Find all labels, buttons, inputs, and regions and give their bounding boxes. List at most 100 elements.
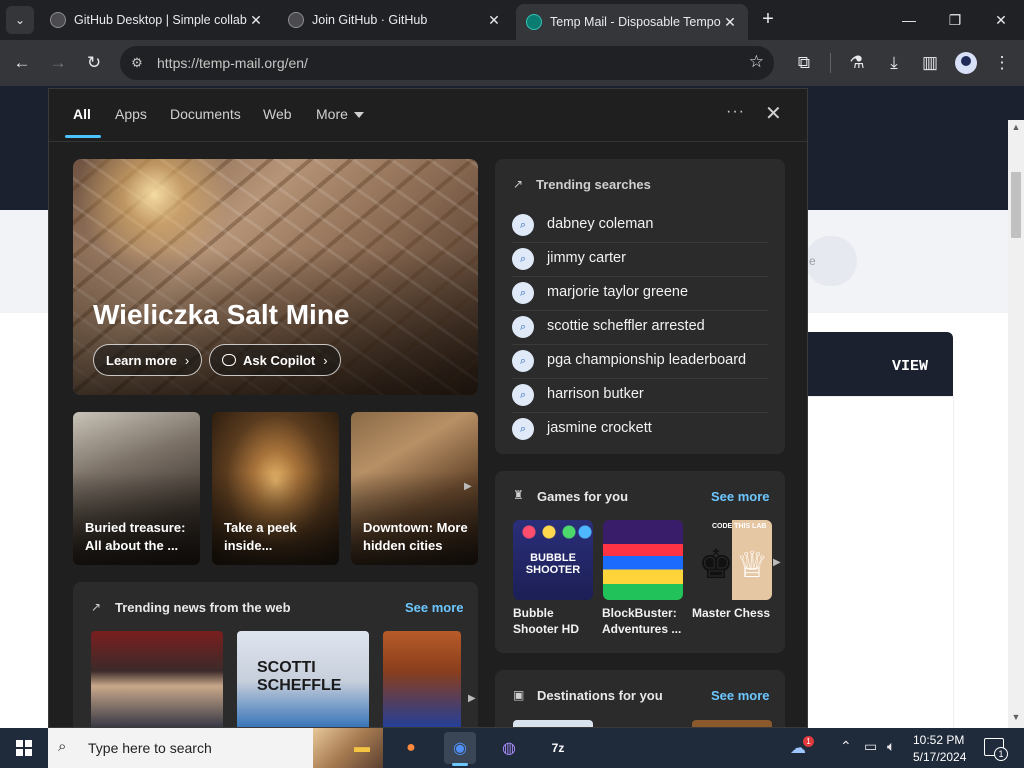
games-carousel-next-icon[interactable]: ▶ xyxy=(773,557,781,568)
tab-title: Join GitHub · GitHub xyxy=(312,13,428,27)
game-tile[interactable] xyxy=(603,520,683,600)
chrome-icon[interactable]: ◉ xyxy=(444,732,476,766)
trending-search-item[interactable]: ⌕ dabney coleman xyxy=(512,209,768,243)
hero-card[interactable]: Wieliczka Salt Mine Learn more › Ask Copi… xyxy=(73,159,478,395)
profile-avatar-icon[interactable] xyxy=(955,52,977,74)
scroll-down-arrow-icon[interactable]: ▼ xyxy=(1008,712,1024,726)
github-desktop-icon[interactable]: ◍ xyxy=(493,732,525,764)
trending-search-item[interactable]: ⌕ harrison butker xyxy=(512,379,768,413)
menu-kebab-icon[interactable]: ⋮ xyxy=(989,50,1015,76)
tab-close-icon[interactable]: ✕ xyxy=(248,12,264,29)
github-favicon-icon xyxy=(288,12,304,28)
search-icon: ⌕ xyxy=(512,214,534,236)
search-flyout: All Apps Documents Web More ··· ✕ Wielic… xyxy=(48,88,808,728)
chess-king-icon: ♚ xyxy=(698,543,734,587)
minimize-button[interactable]: — xyxy=(886,0,932,40)
close-flyout-icon[interactable]: ✕ xyxy=(765,101,782,126)
game-tile[interactable]: BUBBLE SHOOTER xyxy=(513,520,593,600)
game-tile-text: BUBBLE SHOOTER xyxy=(525,552,581,576)
volume-icon[interactable]: 🔈︎ xyxy=(887,738,895,755)
chevron-right-icon: › xyxy=(184,352,190,368)
file-explorer-icon[interactable]: ▬ xyxy=(346,732,378,764)
clock-date[interactable]: 5/17/2024 xyxy=(913,750,966,764)
bookmark-star-icon[interactable]: ☆ xyxy=(749,52,764,72)
tab-apps[interactable]: Apps xyxy=(115,106,147,122)
search-icon: ⌕ xyxy=(512,384,534,406)
trending-search-item[interactable]: ⌕ scottie scheffler arrested xyxy=(512,311,768,345)
news-carousel-next-icon[interactable]: ▶ xyxy=(468,693,476,704)
back-icon[interactable]: ← xyxy=(9,50,35,76)
page-pill-button[interactable]: e xyxy=(805,236,857,286)
tab-close-icon[interactable]: ✕ xyxy=(486,12,502,29)
reload-icon[interactable]: ↻ xyxy=(81,50,107,76)
trending-search-item[interactable]: ⌕ marjorie taylor greene xyxy=(512,277,768,311)
news-thumbnail-text: SCOTTI SCHEFFLE xyxy=(257,659,342,694)
carousel-next-icon[interactable]: ▶ xyxy=(464,481,472,492)
forward-icon[interactable]: → xyxy=(45,50,71,76)
destinations-see-more-link[interactable]: See more xyxy=(711,688,770,703)
search-icon: ⌕ xyxy=(512,316,534,338)
start-button[interactable] xyxy=(0,728,48,768)
destination-thumbnail[interactable] xyxy=(692,720,772,727)
story-caption: Downtown: More hidden cities xyxy=(363,520,468,553)
scroll-up-arrow-icon[interactable]: ▲ xyxy=(1008,122,1024,136)
show-hidden-icons-chevron-icon[interactable]: ⌃ xyxy=(840,738,852,755)
network-icon[interactable]: ▭ xyxy=(864,738,877,755)
url-text: https://temp-mail.org/en/ xyxy=(157,55,308,71)
trending-news-card: ↗ Trending news from the web See more SC… xyxy=(73,582,478,727)
trending-search-text: harrison butker xyxy=(547,386,644,402)
more-options-icon[interactable]: ··· xyxy=(726,103,745,121)
tab-documents[interactable]: Documents xyxy=(170,106,241,122)
tab-more[interactable]: More xyxy=(316,106,364,122)
news-thumbnail[interactable]: SCOTTI SCHEFFLE xyxy=(237,631,369,727)
story-card[interactable]: Buried treasure: All about the ... xyxy=(73,412,200,565)
trending-search-text: scottie scheffler arrested xyxy=(547,318,705,334)
new-tab-button[interactable]: + xyxy=(757,8,779,30)
close-window-button[interactable]: ✕ xyxy=(978,0,1024,40)
story-caption: Buried treasure: All about the ... xyxy=(85,520,186,553)
search-placeholder: Type here to search xyxy=(88,740,212,756)
news-see-more-link[interactable]: See more xyxy=(405,600,464,615)
address-bar[interactable]: ⚙ https://temp-mail.org/en/ ☆ xyxy=(120,46,774,80)
tab-all[interactable]: All xyxy=(73,106,91,122)
story-caption: Take a peek inside... xyxy=(224,520,297,553)
games-see-more-link[interactable]: See more xyxy=(711,489,770,504)
side-panel-icon[interactable]: ▥ xyxy=(917,50,943,76)
search-filter-tabs: All Apps Documents Web More ··· ✕ xyxy=(49,89,807,141)
ask-copilot-label: Ask Copilot xyxy=(243,352,316,368)
learn-more-button[interactable]: Learn more › xyxy=(93,344,203,376)
hero-title: Wieliczka Salt Mine xyxy=(93,299,350,330)
tab-join-github[interactable]: Join GitHub · GitHub ✕ xyxy=(278,4,512,36)
tab-github-desktop[interactable]: GitHub Desktop | Simple collab ✕ xyxy=(40,4,274,36)
7zip-icon[interactable]: 7z xyxy=(542,732,574,764)
site-info-icon[interactable]: ⚙ xyxy=(128,54,146,72)
taskbar-search-box[interactable]: ⌕ Type here to search xyxy=(48,728,383,768)
trending-search-item[interactable]: ⌕ pga championship leaderboard xyxy=(512,345,768,379)
labs-flask-icon[interactable]: ⚗ xyxy=(844,50,870,76)
news-thumbnail[interactable] xyxy=(91,631,223,727)
tab-temp-mail[interactable]: Temp Mail - Disposable Tempo ✕ xyxy=(516,4,748,40)
tab-close-icon[interactable]: ✕ xyxy=(722,14,738,31)
download-icon[interactable]: ⤓ xyxy=(881,50,907,76)
news-section-title: Trending news from the web xyxy=(115,600,291,615)
extensions-icon[interactable]: ⧉ xyxy=(791,50,817,76)
game-title: Bubble Shooter HD xyxy=(513,606,579,636)
trending-arrow-icon: ↗ xyxy=(91,600,102,614)
search-icon: ⌕ xyxy=(512,282,534,304)
tab-web[interactable]: Web xyxy=(263,106,292,122)
scrollbar-thumb[interactable] xyxy=(1011,172,1021,238)
trending-search-item[interactable]: ⌕ jimmy carter xyxy=(512,243,768,277)
browser-tab-bar: ⌄ GitHub Desktop | Simple collab ✕ Join … xyxy=(0,0,1024,40)
game-tile[interactable]: CODE THIS LAB ♚ ♕ xyxy=(692,520,772,600)
firefox-icon[interactable]: ● xyxy=(395,732,427,764)
tab-search-button[interactable]: ⌄ xyxy=(6,6,34,34)
news-thumbnail[interactable] xyxy=(383,631,461,727)
trending-search-item[interactable]: ⌕ jasmine crockett xyxy=(512,413,768,447)
trending-search-text: jimmy carter xyxy=(547,250,626,266)
story-card[interactable]: Downtown: More hidden cities xyxy=(351,412,478,565)
destination-thumbnail[interactable] xyxy=(513,720,593,727)
ask-copilot-button[interactable]: Ask Copilot › xyxy=(209,344,341,376)
story-card[interactable]: Take a peek inside... xyxy=(212,412,339,565)
restore-button[interactable]: ❐ xyxy=(932,0,978,40)
clock-time[interactable]: 10:52 PM xyxy=(913,733,964,747)
